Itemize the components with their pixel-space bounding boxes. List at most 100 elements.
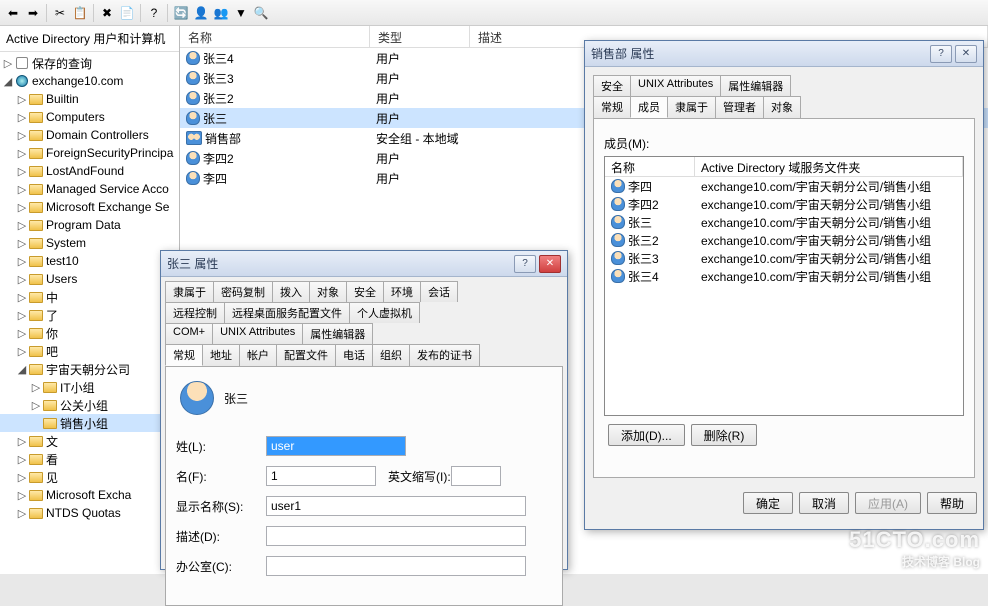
back-icon[interactable]: ⬅ bbox=[4, 4, 22, 22]
tree-node[interactable]: ▷Users bbox=[0, 270, 179, 288]
tree-node[interactable]: ▷见 bbox=[0, 468, 179, 486]
tree-node[interactable]: 销售小组 bbox=[0, 414, 179, 432]
user-display-name: 张三 bbox=[224, 390, 248, 407]
desc-input[interactable] bbox=[266, 526, 526, 546]
tab[interactable]: 拨入 bbox=[272, 281, 310, 302]
tree-node[interactable]: ▷Builtin bbox=[0, 90, 179, 108]
tab[interactable]: 远程桌面服务配置文件 bbox=[224, 302, 350, 323]
find-icon[interactable]: 🔍 bbox=[252, 4, 270, 22]
properties-icon[interactable]: 📄 bbox=[118, 4, 136, 22]
col-name[interactable]: 名称 bbox=[605, 157, 695, 176]
tab[interactable]: 属性编辑器 bbox=[302, 323, 373, 344]
tab[interactable]: 地址 bbox=[202, 344, 240, 366]
tab[interactable]: 对象 bbox=[309, 281, 347, 302]
tree-node[interactable]: ▷ForeignSecurityPrincipa bbox=[0, 144, 179, 162]
tab[interactable]: 常规 bbox=[593, 96, 631, 118]
copy-icon[interactable]: 📋 bbox=[71, 4, 89, 22]
tree-node[interactable]: ▷了 bbox=[0, 306, 179, 324]
tab[interactable]: 发布的证书 bbox=[409, 344, 480, 366]
member-row[interactable]: 李四2exchange10.com/宇宙天朝分公司/销售小组 bbox=[605, 195, 963, 213]
tree-node[interactable]: ◢宇宙天朝分公司 bbox=[0, 360, 179, 378]
help-icon[interactable]: ? bbox=[145, 4, 163, 22]
group-properties-dialog: 销售部 属性 ? ✕ 安全UNIX Attributes属性编辑器 常规成员隶属… bbox=[584, 40, 984, 530]
col-type[interactable]: 类型 bbox=[370, 26, 470, 47]
display-label: 显示名称(S): bbox=[176, 498, 266, 515]
display-input[interactable] bbox=[266, 496, 526, 516]
tab[interactable]: 密码复制 bbox=[213, 281, 273, 302]
tree-node[interactable]: ▷看 bbox=[0, 450, 179, 468]
tab[interactable]: 安全 bbox=[593, 75, 631, 96]
col-folder[interactable]: Active Directory 域服务文件夹 bbox=[695, 157, 963, 176]
tab[interactable]: 会话 bbox=[420, 281, 458, 302]
filter-icon[interactable]: ▼ bbox=[232, 4, 250, 22]
tree-node[interactable]: ▷公关小组 bbox=[0, 396, 179, 414]
member-row[interactable]: 张三2exchange10.com/宇宙天朝分公司/销售小组 bbox=[605, 231, 963, 249]
help-button[interactable]: 帮助 bbox=[927, 492, 977, 514]
tab[interactable]: 隶属于 bbox=[165, 281, 214, 302]
firstname-input[interactable] bbox=[266, 466, 376, 486]
member-row[interactable]: 李四exchange10.com/宇宙天朝分公司/销售小组 bbox=[605, 177, 963, 195]
new-user-icon[interactable]: 👤 bbox=[192, 4, 210, 22]
tree-node[interactable]: ▷Microsoft Exchange Se bbox=[0, 198, 179, 216]
tree-node[interactable]: ▷System bbox=[0, 234, 179, 252]
col-name[interactable]: 名称 bbox=[180, 26, 370, 47]
tree-node[interactable]: ▷文 bbox=[0, 432, 179, 450]
tree-node[interactable]: ◢exchange10.com bbox=[0, 72, 179, 90]
close-button[interactable]: ✕ bbox=[539, 255, 561, 273]
new-group-icon[interactable]: 👥 bbox=[212, 4, 230, 22]
help-button[interactable]: ? bbox=[930, 45, 952, 63]
tree-node[interactable]: ▷保存的查询 bbox=[0, 54, 179, 72]
office-input[interactable] bbox=[266, 556, 526, 576]
refresh-icon[interactable]: 🔄 bbox=[172, 4, 190, 22]
tree-node[interactable]: ▷Domain Controllers bbox=[0, 126, 179, 144]
tree-node[interactable]: ▷NTDS Quotas bbox=[0, 504, 179, 522]
tree-node[interactable]: ▷Computers bbox=[0, 108, 179, 126]
initials-label: 英文缩写(I): bbox=[388, 468, 451, 485]
apply-button[interactable]: 应用(A) bbox=[855, 492, 921, 514]
tree-node[interactable]: ▷Program Data bbox=[0, 216, 179, 234]
tab[interactable]: 电话 bbox=[335, 344, 373, 366]
tab[interactable]: 安全 bbox=[346, 281, 384, 302]
member-row[interactable]: 张三4exchange10.com/宇宙天朝分公司/销售小组 bbox=[605, 267, 963, 285]
avatar bbox=[180, 381, 214, 415]
office-label: 办公室(C): bbox=[176, 558, 266, 575]
tab[interactable]: 环境 bbox=[383, 281, 421, 302]
remove-button[interactable]: 删除(R) bbox=[691, 424, 758, 446]
initials-input[interactable] bbox=[451, 466, 501, 486]
tree-node[interactable]: ▷中 bbox=[0, 288, 179, 306]
tab[interactable]: 远程控制 bbox=[165, 302, 225, 323]
close-button[interactable]: ✕ bbox=[955, 45, 977, 63]
lastname-input[interactable] bbox=[266, 436, 406, 456]
members-list[interactable]: 名称 Active Directory 域服务文件夹 李四exchange10.… bbox=[604, 156, 964, 416]
tree-node[interactable]: ▷LostAndFound bbox=[0, 162, 179, 180]
tab[interactable]: 帐户 bbox=[239, 344, 277, 366]
tree-node[interactable]: ▷Managed Service Acco bbox=[0, 180, 179, 198]
tab[interactable]: 管理者 bbox=[715, 96, 764, 118]
forward-icon[interactable]: ➡ bbox=[24, 4, 42, 22]
help-button[interactable]: ? bbox=[514, 255, 536, 273]
tree-node[interactable]: ▷你 bbox=[0, 324, 179, 342]
delete-icon[interactable]: ✖ bbox=[98, 4, 116, 22]
tree-node[interactable]: ▷Microsoft Excha bbox=[0, 486, 179, 504]
cut-icon[interactable]: ✂ bbox=[51, 4, 69, 22]
tree-node[interactable]: ▷test10 bbox=[0, 252, 179, 270]
tab[interactable]: UNIX Attributes bbox=[630, 75, 721, 96]
tab[interactable]: COM+ bbox=[165, 323, 213, 344]
tree-node[interactable]: ▷IT小组 bbox=[0, 378, 179, 396]
member-row[interactable]: 张三exchange10.com/宇宙天朝分公司/销售小组 bbox=[605, 213, 963, 231]
tab[interactable]: UNIX Attributes bbox=[212, 323, 303, 344]
ok-button[interactable]: 确定 bbox=[743, 492, 793, 514]
add-button[interactable]: 添加(D)... bbox=[608, 424, 685, 446]
tab[interactable]: 组织 bbox=[372, 344, 410, 366]
member-row[interactable]: 张三3exchange10.com/宇宙天朝分公司/销售小组 bbox=[605, 249, 963, 267]
tab[interactable]: 对象 bbox=[763, 96, 801, 118]
tab[interactable]: 配置文件 bbox=[276, 344, 336, 366]
tab[interactable]: 隶属于 bbox=[667, 96, 716, 118]
cancel-button[interactable]: 取消 bbox=[799, 492, 849, 514]
tab[interactable]: 属性编辑器 bbox=[720, 75, 791, 96]
tab[interactable]: 个人虚拟机 bbox=[349, 302, 420, 323]
tab[interactable]: 常规 bbox=[165, 344, 203, 366]
main-toolbar: ⬅ ➡ ✂ 📋 ✖ 📄 ? 🔄 👤 👥 ▼ 🔍 bbox=[0, 0, 988, 26]
tab[interactable]: 成员 bbox=[630, 96, 668, 118]
tree-node[interactable]: ▷吧 bbox=[0, 342, 179, 360]
